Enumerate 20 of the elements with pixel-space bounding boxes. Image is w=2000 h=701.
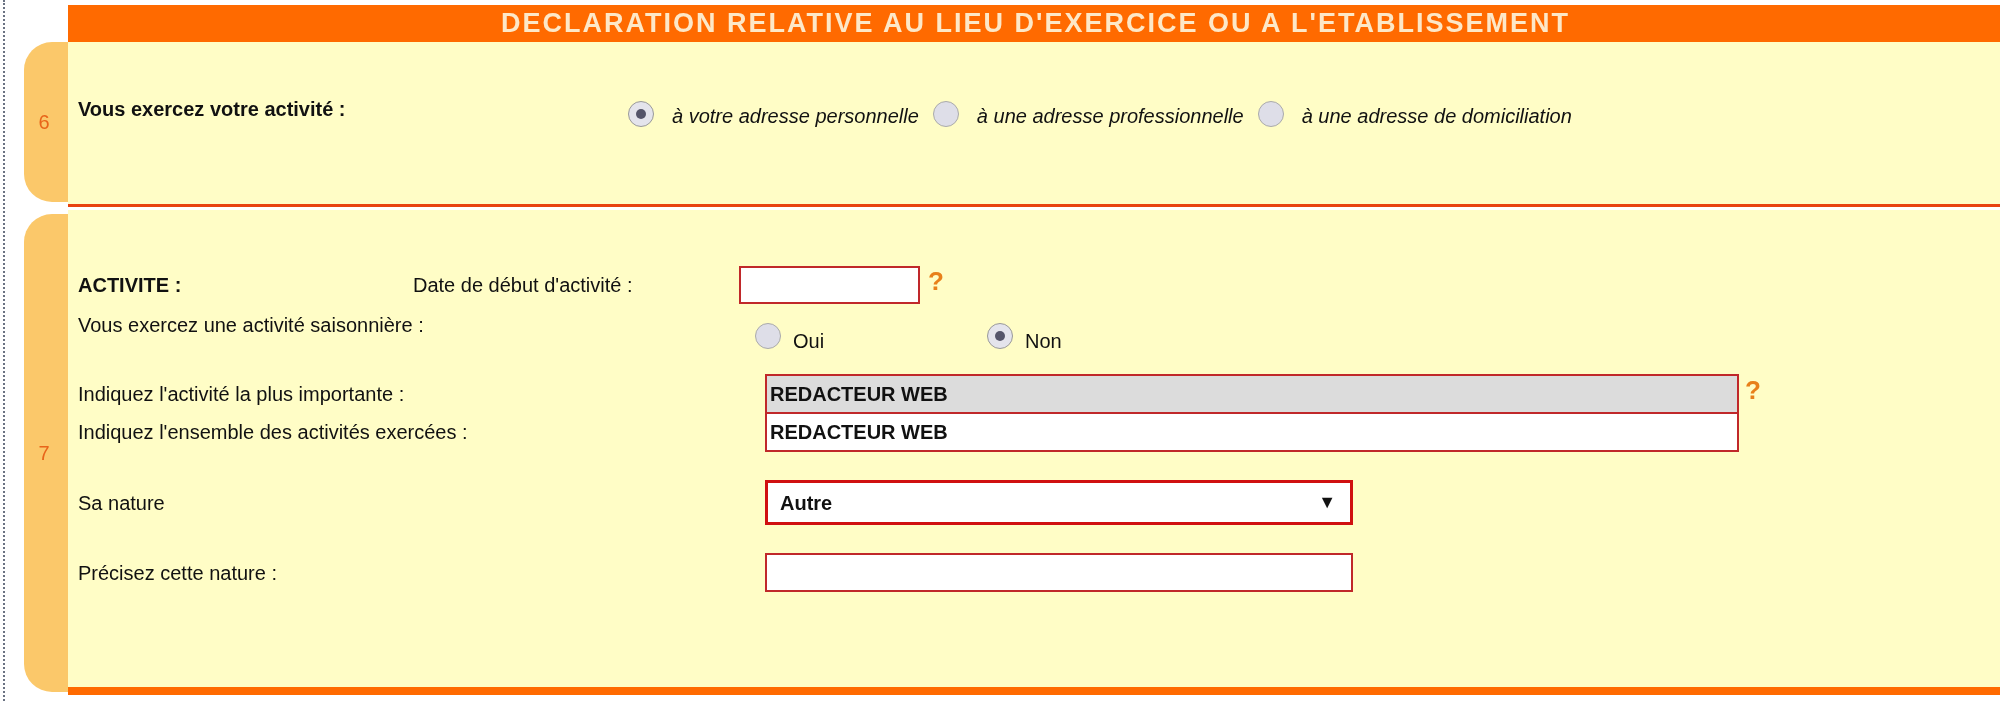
section-number: 7 — [24, 214, 68, 692]
text-field[interactable]: REDACTEUR WEB — [765, 412, 1739, 452]
field-label: Indiquez l'activité la plus importante : — [78, 382, 406, 407]
text-field[interactable]: REDACTEUR WEB — [765, 374, 1739, 414]
section-number: 6 — [24, 42, 68, 202]
option-label: Oui — [793, 329, 825, 354]
field-label: Vous exercez une activité saisonnière : — [78, 313, 425, 338]
option-label: à votre adresse personnelle — [672, 104, 919, 129]
dropdown[interactable]: Autre ▼ — [765, 480, 1353, 525]
section-label: ACTIVITE : — [78, 273, 183, 298]
option-label: à une adresse professionnelle — [976, 104, 1244, 129]
field-label: Sa nature — [78, 490, 166, 516]
field-label: Date de début d'activité : — [413, 273, 634, 298]
question-label: Vous exercez votre activité : — [78, 97, 347, 122]
option-label: à une adresse de domiciliation — [1301, 104, 1572, 129]
section-header: DECLARATION RELATIVE AU LIEU D'EXERCICE OU A L'ETABLISSEMENT — [68, 5, 2000, 42]
field-label: Indiquez l'ensemble des activités exercées : — [78, 420, 469, 445]
caret-icon: ▼ — [1318, 489, 1336, 516]
field-label: Précisez cette nature : — [78, 560, 278, 586]
option-label: Non — [1025, 329, 1062, 354]
